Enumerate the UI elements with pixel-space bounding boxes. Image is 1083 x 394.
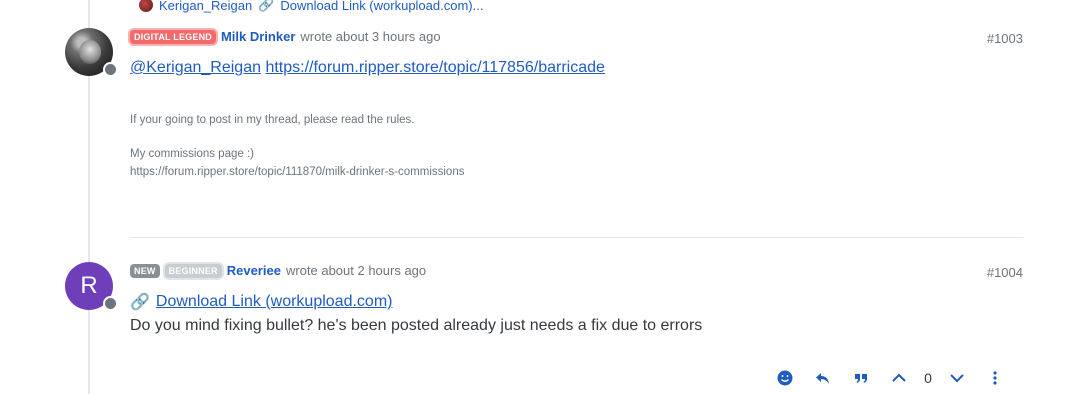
post-index[interactable]: #1003	[987, 31, 1023, 46]
quote-icon[interactable]	[842, 366, 880, 390]
download-link-text[interactable]: Download Link (workupload.com)	[156, 293, 393, 311]
more-icon[interactable]	[976, 366, 1014, 390]
downvote-icon[interactable]	[938, 366, 976, 390]
upvote-icon[interactable]	[880, 366, 918, 390]
badge-new[interactable]: NEW	[130, 263, 160, 278]
post-content: @Kerigan_Reigan https://forum.ripper.sto…	[130, 59, 605, 77]
parent-avatar[interactable]	[139, 0, 153, 12]
post-timestamp[interactable]: wrote about 2 hours ago	[286, 263, 426, 278]
post-timestamp[interactable]: wrote about 3 hours ago	[300, 29, 440, 44]
username-link[interactable]: Reveriee	[227, 263, 281, 278]
username-link[interactable]: Milk Drinker	[221, 29, 295, 44]
avatar-letter: R	[80, 272, 98, 299]
badge-digital-legend[interactable]: DIGITAL LEGEND	[130, 29, 216, 44]
post-header: DIGITAL LEGEND Milk Drinker wrote about …	[130, 29, 441, 44]
post-index[interactable]: #1004	[987, 265, 1023, 280]
reply-icon[interactable]	[804, 366, 842, 390]
signature-url: https://forum.ripper.store/topic/111870/…	[130, 166, 465, 178]
post-actions: 0	[766, 366, 1014, 390]
topic-link[interactable]: https://forum.ripper.store/topic/117856/…	[265, 59, 604, 76]
signature-line: If your going to post in my thread, plea…	[130, 114, 415, 126]
post-header: NEW BEGINNER Reveriee wrote about 2 hour…	[130, 263, 426, 278]
parent-username[interactable]: Kerigan_Reigan	[159, 0, 252, 13]
status-offline-icon	[103, 62, 118, 77]
vote-count: 0	[924, 370, 932, 386]
badge-beginner[interactable]: BEGINNER	[164, 263, 222, 278]
post-body: Do you mind fixing bullet? he's been pos…	[130, 317, 703, 334]
paperclip-icon: 🔗	[130, 294, 150, 311]
status-offline-icon	[103, 296, 118, 311]
paperclip-icon: 🔗	[258, 0, 275, 12]
mention-link[interactable]: @Kerigan_Reigan	[130, 59, 261, 76]
smile-icon[interactable]	[766, 366, 804, 390]
parent-post-preview[interactable]: Kerigan_Reigan 🔗 Download Link (workuplo…	[139, 0, 483, 13]
download-link[interactable]: 🔗 Download Link (workupload.com)	[130, 292, 392, 312]
signature-line: My commissions page :)	[130, 148, 254, 160]
parent-link-text[interactable]: Download Link (workupload.com)...	[280, 0, 483, 13]
post-divider	[130, 237, 1023, 238]
